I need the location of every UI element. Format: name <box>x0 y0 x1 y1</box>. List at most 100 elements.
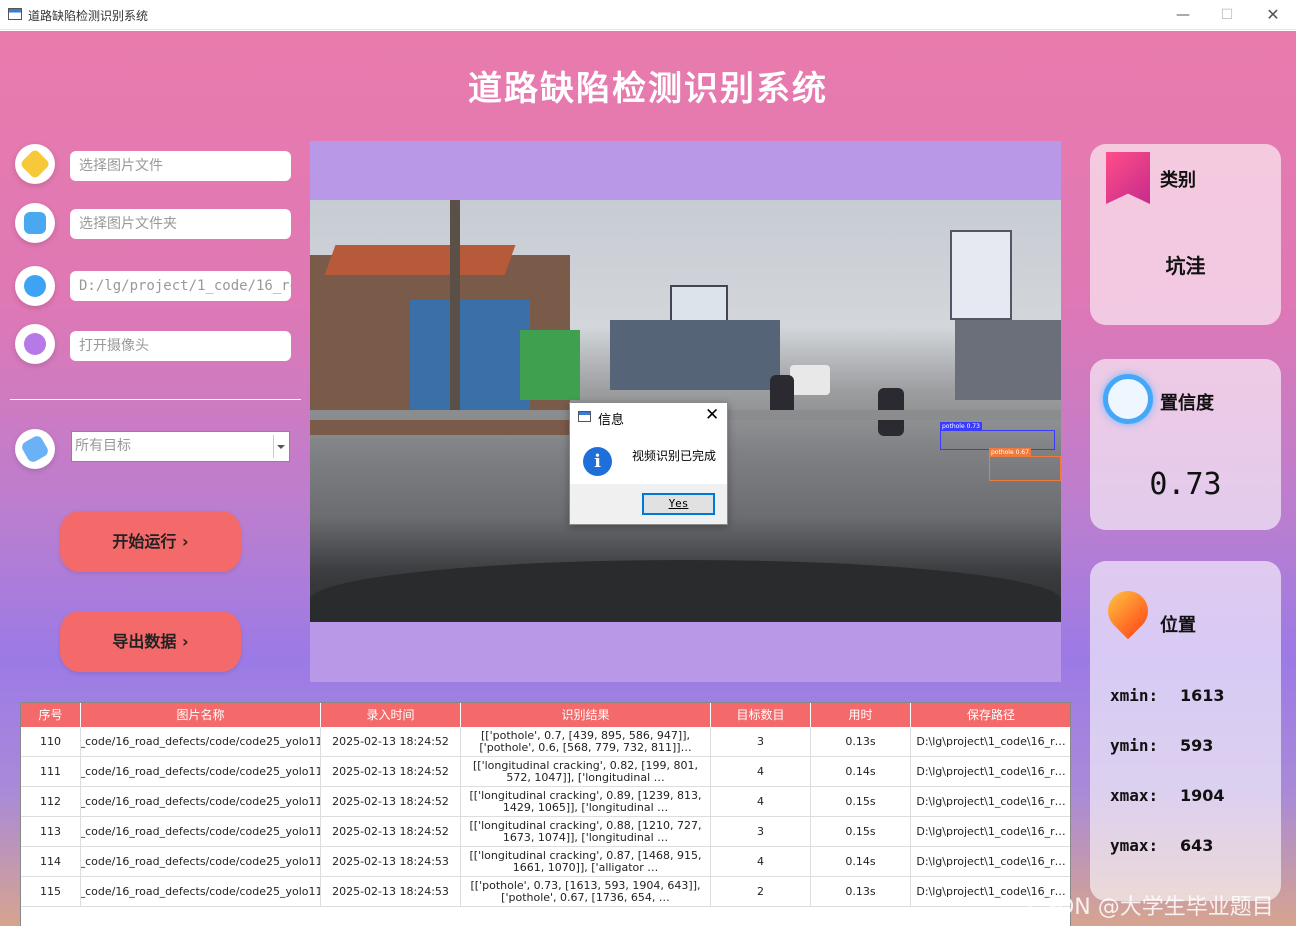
start-run-button[interactable]: 开始运行 › <box>60 511 241 572</box>
results-table[interactable]: 序号 图片名称 录入时间 识别结果 目标数目 用时 保存路径 110D:/lg/… <box>20 702 1071 926</box>
image-folder-icon[interactable] <box>15 203 55 243</box>
dialog-body: i 视频识别已完成 <box>570 433 727 484</box>
left-divider <box>10 399 301 400</box>
table-row[interactable]: 110D:/lg/project/1_code/16_road_defects/… <box>21 727 1070 757</box>
position-panel: 位置 xmin: 1613 ymin: 593 xmax: 1904 ymax: 643 <box>1090 561 1281 901</box>
cell-duration: 0.15s <box>811 787 911 817</box>
cell-index: 111 <box>21 757 81 787</box>
bookmark-star-icon <box>1106 152 1150 204</box>
roof-left <box>324 245 516 275</box>
location-pin-icon <box>1099 582 1157 640</box>
ymax-value: 643 <box>1180 836 1214 855</box>
cell-time: 2025-02-13 18:24:52 <box>321 757 461 787</box>
cell-save-path: D:\lg\project\1_code\16_r… <box>911 787 1070 817</box>
cell-image-name: D:/lg/project/1_code/16_road_defects/cod… <box>81 847 321 877</box>
cell-image-name: D:/lg/project/1_code/16_road_defects/cod… <box>81 757 321 787</box>
cell-duration: 0.13s <box>811 877 911 907</box>
xmax-label: xmax: <box>1110 786 1159 805</box>
shop-front <box>410 300 530 410</box>
detection-box-1: pothole 0.73 <box>940 422 1055 450</box>
confidence-panel-title: 置信度 <box>1160 393 1214 414</box>
image-file-input[interactable]: 选择图片文件 <box>70 151 291 181</box>
info-icon: i <box>583 447 612 476</box>
class-panel-title: 类别 <box>1160 170 1196 191</box>
table-row[interactable]: 115D:/lg/project/1_code/16_road_defects/… <box>21 877 1070 907</box>
export-data-button[interactable]: 导出数据 › <box>60 611 241 672</box>
chevron-down-icon[interactable] <box>273 435 287 458</box>
header-image-name[interactable]: 图片名称 <box>81 703 321 727</box>
info-dialog: 信息 ✕ i 视频识别已完成 Yes <box>569 402 728 525</box>
ymin-value: 593 <box>1180 736 1214 755</box>
utility-pole <box>450 200 460 410</box>
cell-index: 115 <box>21 877 81 907</box>
dialog-close-icon[interactable]: ✕ <box>705 405 719 425</box>
header-index[interactable]: 序号 <box>21 703 81 727</box>
camera-icon[interactable] <box>15 324 55 364</box>
target-tag-icon <box>15 429 55 469</box>
dialog-message: 视频识别已完成 <box>632 449 717 463</box>
cell-duration: 0.14s <box>811 757 911 787</box>
dialog-app-icon <box>578 411 591 422</box>
bazaar-billboard <box>950 230 1012 320</box>
close-window-button[interactable]: ✕ <box>1250 2 1296 28</box>
camera-input[interactable]: 打开摄像头 <box>70 331 291 361</box>
cell-count: 4 <box>711 847 811 877</box>
window-title: 道路缺陷检测识别系统 <box>28 9 149 23</box>
table-row[interactable]: 113D:/lg/project/1_code/16_road_defects/… <box>21 817 1070 847</box>
table-row[interactable]: 112D:/lg/project/1_code/16_road_defects/… <box>21 787 1070 817</box>
watermark: CSDN @大学生毕业题目 <box>1028 895 1274 920</box>
cell-count: 3 <box>711 727 811 757</box>
target-select-value: 所有目标 <box>75 438 131 454</box>
buildings-center <box>610 320 780 390</box>
target-select-dropdown[interactable]: 所有目标 <box>71 431 290 462</box>
video-file-icon[interactable] <box>15 266 55 306</box>
cell-duration: 0.14s <box>811 847 911 877</box>
cell-result: [['longitudinal cracking', 0.89, [1239, … <box>461 787 711 817</box>
motorcyclist <box>770 375 794 415</box>
yes-button[interactable]: Yes <box>642 493 715 515</box>
cell-save-path: D:\lg\project\1_code\16_r… <box>911 727 1070 757</box>
dialog-title: 信息 <box>598 413 625 428</box>
cell-time: 2025-02-13 18:24:53 <box>321 847 461 877</box>
minimize-button[interactable]: — <box>1160 2 1206 28</box>
cell-result: [['longitudinal cracking', 0.88, [1210, … <box>461 817 711 847</box>
header-time[interactable]: 录入时间 <box>321 703 461 727</box>
white-car <box>790 365 830 395</box>
cell-result: [['pothole', 0.73, [1613, 593, 1904, 643… <box>461 877 711 907</box>
header-duration[interactable]: 用时 <box>811 703 911 727</box>
cell-result: [['longitudinal cracking', 0.82, [199, 8… <box>461 757 711 787</box>
maximize-button[interactable]: ☐ <box>1204 2 1250 28</box>
building-right <box>955 320 1061 400</box>
cell-result: [['pothole', 0.7, [439, 895, 586, 947]],… <box>461 727 711 757</box>
cell-duration: 0.15s <box>811 817 911 847</box>
cell-time: 2025-02-13 18:24:52 <box>321 727 461 757</box>
ymax-row: ymax: 643 <box>1110 836 1213 855</box>
gauge-icon <box>1103 374 1153 424</box>
video-path-input[interactable]: D:/lg/project/1_code/16_road_defects <box>70 271 291 301</box>
cell-index: 110 <box>21 727 81 757</box>
detection-label-1: pothole 0.73 <box>940 422 982 431</box>
cell-index: 113 <box>21 817 81 847</box>
header-save-path[interactable]: 保存路径 <box>911 703 1070 727</box>
position-panel-title: 位置 <box>1160 615 1196 636</box>
header-count[interactable]: 目标数目 <box>711 703 811 727</box>
table-row[interactable]: 114D:/lg/project/1_code/16_road_defects/… <box>21 847 1070 877</box>
image-file-icon[interactable] <box>15 144 55 184</box>
cell-time: 2025-02-13 18:24:52 <box>321 817 461 847</box>
green-kiosk <box>520 330 580 400</box>
cell-index: 112 <box>21 787 81 817</box>
dialog-footer: Yes <box>570 484 727 524</box>
cell-count: 2 <box>711 877 811 907</box>
header-result[interactable]: 识别结果 <box>461 703 711 727</box>
ymax-label: ymax: <box>1110 836 1159 855</box>
detection-box-2: pothole 0.67 <box>989 448 1061 481</box>
cell-image-name: D:/lg/project/1_code/16_road_defects/cod… <box>81 727 321 757</box>
table-row[interactable]: 111D:/lg/project/1_code/16_road_defects/… <box>21 757 1070 787</box>
cell-duration: 0.13s <box>811 727 911 757</box>
cell-count: 4 <box>711 757 811 787</box>
app-title: 道路缺陷检测识别系统 <box>468 69 828 109</box>
image-folder-input[interactable]: 选择图片文件夹 <box>70 209 291 239</box>
cell-image-name: D:/lg/project/1_code/16_road_defects/cod… <box>81 817 321 847</box>
cell-save-path: D:\lg\project\1_code\16_r… <box>911 847 1070 877</box>
cell-save-path: D:\lg\project\1_code\16_r… <box>911 757 1070 787</box>
